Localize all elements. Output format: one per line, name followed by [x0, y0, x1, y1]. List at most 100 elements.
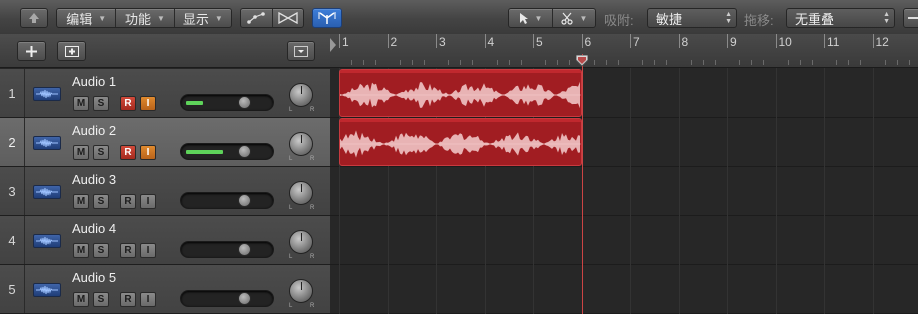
grid-line	[872, 68, 874, 314]
track-options-button[interactable]	[287, 41, 315, 61]
mute-button[interactable]: M	[73, 145, 89, 160]
beat-tick	[654, 60, 656, 65]
mute-button[interactable]: M	[73, 96, 89, 111]
volume-fader-knob[interactable]	[238, 243, 251, 256]
input-monitor-button[interactable]: I	[140, 96, 156, 111]
drag-mode-value: 无重叠	[795, 11, 835, 27]
track-number: 5	[0, 265, 25, 313]
track-header[interactable]: 5 Audio 5MSRILR	[0, 265, 330, 314]
go-up-button[interactable]	[20, 8, 48, 28]
audio-region[interactable]	[339, 118, 582, 166]
pan-indicator	[301, 86, 302, 94]
scissors-tool-menu[interactable]: ▼	[551, 9, 595, 27]
track-lane[interactable]	[330, 265, 918, 314]
add-track-button[interactable]	[17, 41, 46, 61]
pan-knob[interactable]	[289, 230, 313, 254]
volume-fader-knob[interactable]	[238, 145, 251, 158]
record-enable-button[interactable]: R	[120, 96, 136, 111]
track-name[interactable]: Audio 3	[72, 172, 116, 187]
track-name[interactable]: Audio 1	[72, 74, 116, 89]
record-enable-button[interactable]: R	[120, 292, 136, 307]
playhead[interactable]	[581, 54, 583, 314]
solo-button[interactable]: S	[93, 145, 109, 160]
solo-button[interactable]: S	[93, 194, 109, 209]
pan-knob[interactable]	[289, 83, 313, 107]
input-monitor-button[interactable]: I	[140, 194, 156, 209]
volume-fader-knob[interactable]	[238, 96, 251, 109]
record-enable-button[interactable]: R	[120, 194, 136, 209]
beat-tick	[884, 60, 886, 65]
catch-button[interactable]	[312, 8, 342, 28]
volume-fader[interactable]	[180, 290, 274, 307]
audio-track-icon	[33, 87, 61, 101]
beat-tick	[739, 60, 741, 65]
drag-mode-dropdown[interactable]: 无重叠 ▲ ▼	[786, 8, 895, 28]
track-header[interactable]: 3 Audio 3MSRILR	[0, 167, 330, 216]
pan-right-label: R	[310, 303, 315, 309]
menu-arrow-icon: ▼	[157, 13, 165, 23]
track-header[interactable]: 1 Audio 1MSRILR	[0, 69, 330, 118]
beat-tick	[617, 60, 619, 65]
pan-knob[interactable]	[289, 279, 313, 303]
menu-arrow-icon: ▼	[98, 13, 107, 23]
automation-button[interactable]	[241, 9, 272, 27]
track-lane[interactable]	[330, 167, 918, 216]
playhead-handle-icon[interactable]	[575, 55, 588, 66]
pan-knob[interactable]	[289, 132, 313, 156]
solo-button[interactable]: S	[93, 292, 109, 307]
snap-label: 吸附:	[604, 13, 634, 28]
volume-fader[interactable]	[180, 241, 274, 258]
view-menu[interactable]: 显示 ▼	[173, 9, 231, 27]
add-folder-button[interactable]	[57, 41, 86, 61]
track-name[interactable]: Audio 5	[72, 270, 116, 285]
volume-fader-knob[interactable]	[238, 292, 251, 305]
volume-fader[interactable]	[180, 94, 274, 111]
flex-icon	[278, 12, 298, 24]
mute-button[interactable]: M	[73, 292, 89, 307]
edit-menu[interactable]: 编辑 ▼	[57, 9, 115, 27]
record-enable-button[interactable]: R	[120, 243, 136, 258]
pan-left-label: L	[289, 156, 293, 162]
pan-left-label: L	[289, 107, 293, 113]
volume-fader[interactable]	[180, 143, 274, 160]
track-lane[interactable]	[330, 216, 918, 265]
audio-region[interactable]	[339, 69, 582, 117]
menu-arrow-icon: ▼	[214, 13, 223, 23]
track-header[interactable]: 2 Audio 2MSRILR	[0, 118, 330, 167]
mute-button[interactable]: M	[73, 243, 89, 258]
beat-tick	[860, 60, 862, 65]
edit-tools-group	[240, 8, 304, 28]
beat-tick	[642, 60, 644, 65]
pointer-tool-menu[interactable]: ▼	[509, 9, 552, 27]
toolbar: 编辑 ▼ 功能 ▼ 显示 ▼ ▼ ▼ 吸附: 敏捷 ▲ ▼ 拖移: 无重叠 ▲ …	[0, 0, 918, 35]
input-monitor-button[interactable]: I	[140, 145, 156, 160]
track-name[interactable]: Audio 4	[72, 221, 116, 236]
bar-number: 7	[633, 35, 640, 49]
flex-button[interactable]	[271, 9, 303, 27]
pan-indicator	[301, 282, 302, 290]
audio-track-icon	[33, 136, 61, 150]
bar-ruler[interactable]: 1 2 3 4 5 6 7 8 9 10 11 12	[330, 34, 918, 68]
beat-tick	[787, 60, 789, 65]
input-monitor-button[interactable]: I	[140, 243, 156, 258]
mute-button[interactable]: M	[73, 194, 89, 209]
arrange-area[interactable]	[330, 68, 918, 314]
input-monitor-button[interactable]: I	[140, 292, 156, 307]
functions-menu[interactable]: 功能 ▼	[115, 9, 173, 27]
track-number: 2	[0, 118, 25, 166]
beat-tick	[448, 60, 450, 65]
view-menu-label: 显示	[182, 11, 209, 27]
snap-dropdown[interactable]: 敏捷 ▲ ▼	[647, 8, 737, 28]
plus-icon	[26, 45, 37, 57]
track-name[interactable]: Audio 2	[72, 123, 116, 138]
pan-knob[interactable]	[289, 181, 313, 205]
record-enable-button[interactable]: R	[120, 145, 136, 160]
volume-fader[interactable]	[180, 192, 274, 209]
zoom-control[interactable]	[903, 8, 918, 28]
pan-right-label: R	[310, 107, 315, 113]
solo-button[interactable]: S	[93, 243, 109, 258]
track-header[interactable]: 4 Audio 4MSRILR	[0, 216, 330, 265]
volume-fader-knob[interactable]	[238, 194, 251, 207]
solo-button[interactable]: S	[93, 96, 109, 111]
minus-icon	[908, 17, 918, 19]
